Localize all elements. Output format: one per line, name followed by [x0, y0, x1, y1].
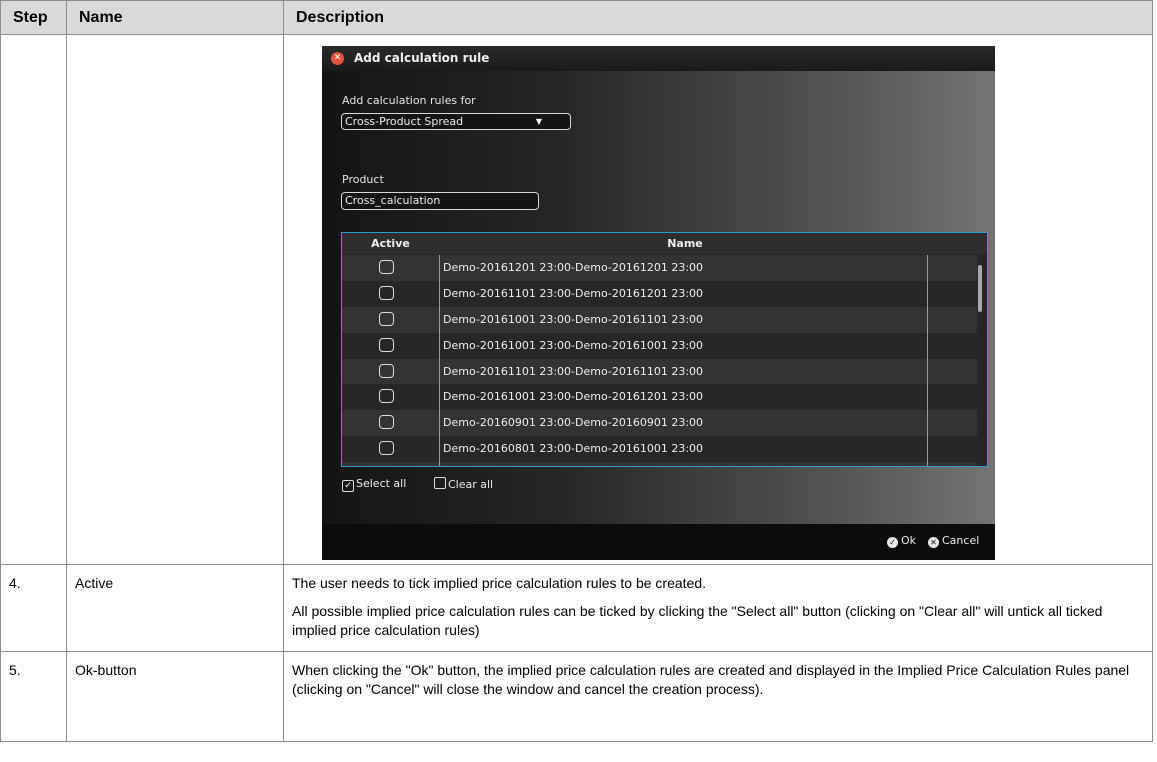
- grid-row[interactable]: Demo-20161001 23:00-Demo-20161101 23:00: [342, 306, 977, 333]
- cancel-label: Cancel: [942, 534, 980, 547]
- column-header-active[interactable]: Active: [342, 233, 439, 254]
- cancel-button[interactable]: ✕ Cancel: [928, 534, 979, 548]
- table-header-row: Step Name Description: [0, 0, 1153, 35]
- active-checkbox[interactable]: [379, 363, 394, 378]
- description-text: The user needs to tick implied price cal…: [292, 575, 706, 591]
- header-step: Step: [0, 0, 67, 35]
- grid-row[interactable]: Demo-20161101 23:00-Demo-20161101 23:00: [342, 358, 977, 385]
- name-cell-empty: [66, 34, 284, 565]
- description-text: When clicking the "Ok" button, the impli…: [292, 662, 1130, 697]
- table-row: 5. Ok-button When clicking the "Ok" butt…: [0, 651, 1153, 742]
- rule-name: Demo-20161001 23:00-Demo-20161201 23:00: [443, 390, 704, 404]
- clear-all-label: Clear all: [448, 478, 494, 491]
- rules-for-value: Cross-Product Spread: [345, 115, 464, 128]
- rules-for-label: Add calculation rules for: [342, 94, 476, 107]
- calculation-rules-grid: Active Name Demo-20161201 23:00-Demo-201…: [341, 232, 988, 467]
- active-checkbox[interactable]: [379, 441, 394, 456]
- grid-row[interactable]: Demo-20161101 23:00-Demo-20161201 23:00: [342, 280, 977, 307]
- rule-name: Demo-20160901 23:00-Demo-20160901 23:00: [443, 416, 704, 430]
- select-all-button[interactable]: ✓ Select all: [342, 477, 406, 492]
- name-cell: Active: [66, 564, 284, 652]
- dialog-footer: ✓ Ok ✕ Cancel: [322, 524, 995, 560]
- rule-name: Demo-20161101 23:00-Demo-20161201 23:00: [443, 286, 704, 300]
- grid-row-partial[interactable]: [342, 462, 977, 466]
- chevron-down-icon: ▼: [535, 117, 542, 126]
- grid-header: Active Name: [342, 233, 987, 254]
- grid-row[interactable]: Demo-20161001 23:00-Demo-20161201 23:00: [342, 384, 977, 411]
- grid-row[interactable]: Demo-20160901 23:00-Demo-20160901 23:00: [342, 410, 977, 437]
- rule-name: Demo-20161201 23:00-Demo-20161201 23:00: [443, 261, 704, 274]
- checkbox-checked-icon: ✓: [342, 480, 354, 492]
- description-cell: When clicking the "Ok" button, the impli…: [283, 651, 1153, 742]
- grid-row[interactable]: Demo-20161201 23:00-Demo-20161201 23:00: [342, 255, 977, 281]
- active-checkbox[interactable]: [379, 415, 394, 430]
- rule-name: Demo-20161001 23:00-Demo-20161101 23:00: [443, 312, 704, 326]
- table-row: 4. Active The user needs to tick implied…: [0, 564, 1153, 652]
- active-checkbox[interactable]: [379, 285, 394, 300]
- select-all-label: Select all: [356, 477, 407, 490]
- description-text: All possible implied price calculation r…: [292, 603, 1103, 638]
- product-label: Product: [342, 173, 384, 186]
- product-field[interactable]: Cross_calculation: [341, 192, 539, 210]
- column-header-name[interactable]: Name: [440, 233, 930, 254]
- grid-rows: Demo-20161201 23:00-Demo-20161201 23:00 …: [342, 255, 977, 466]
- dialog-title: Add calculation rule: [354, 51, 490, 65]
- ok-button[interactable]: ✓ Ok: [887, 534, 916, 548]
- step-cell: 4.: [0, 564, 67, 652]
- close-circle-icon: ✕: [928, 537, 939, 548]
- rule-name: Demo-20160801 23:00-Demo-20161001 23:00: [443, 442, 704, 456]
- column-divider: [439, 255, 440, 466]
- check-circle-icon: ✓: [887, 537, 898, 548]
- step-cell: 5.: [0, 651, 67, 742]
- active-checkbox[interactable]: [379, 389, 394, 404]
- active-checkbox[interactable]: [379, 337, 394, 352]
- rules-for-select[interactable]: Cross-Product Spread ▼: [341, 113, 571, 130]
- ok-label: Ok: [901, 534, 917, 547]
- grid-row[interactable]: Demo-20161001 23:00-Demo-20161001 23:00: [342, 332, 977, 359]
- header-description: Description: [283, 0, 1153, 35]
- checkbox-empty-icon: [434, 477, 446, 489]
- active-checkbox[interactable]: [379, 311, 394, 326]
- add-calculation-rule-dialog: ✕ Add calculation rule Add calculation r…: [322, 46, 995, 560]
- name-cell: Ok-button: [66, 651, 284, 742]
- scrollbar-thumb[interactable]: [978, 265, 982, 312]
- grid-row[interactable]: Demo-20160801 23:00-Demo-20161001 23:00: [342, 436, 977, 463]
- product-value: Cross_calculation: [345, 194, 441, 207]
- rule-name: Demo-20161001 23:00-Demo-20161001 23:00: [443, 338, 704, 352]
- clear-all-button[interactable]: Clear all: [434, 477, 493, 491]
- dialog-titlebar: ✕ Add calculation rule: [322, 46, 995, 71]
- column-divider: [927, 255, 928, 466]
- description-cell: The user needs to tick implied price cal…: [283, 564, 1153, 652]
- close-icon[interactable]: ✕: [331, 52, 344, 65]
- step-cell-empty: [0, 34, 67, 565]
- active-checkbox[interactable]: [379, 260, 394, 274]
- header-name: Name: [66, 0, 284, 35]
- rule-name: Demo-20161101 23:00-Demo-20161101 23:00: [443, 364, 704, 378]
